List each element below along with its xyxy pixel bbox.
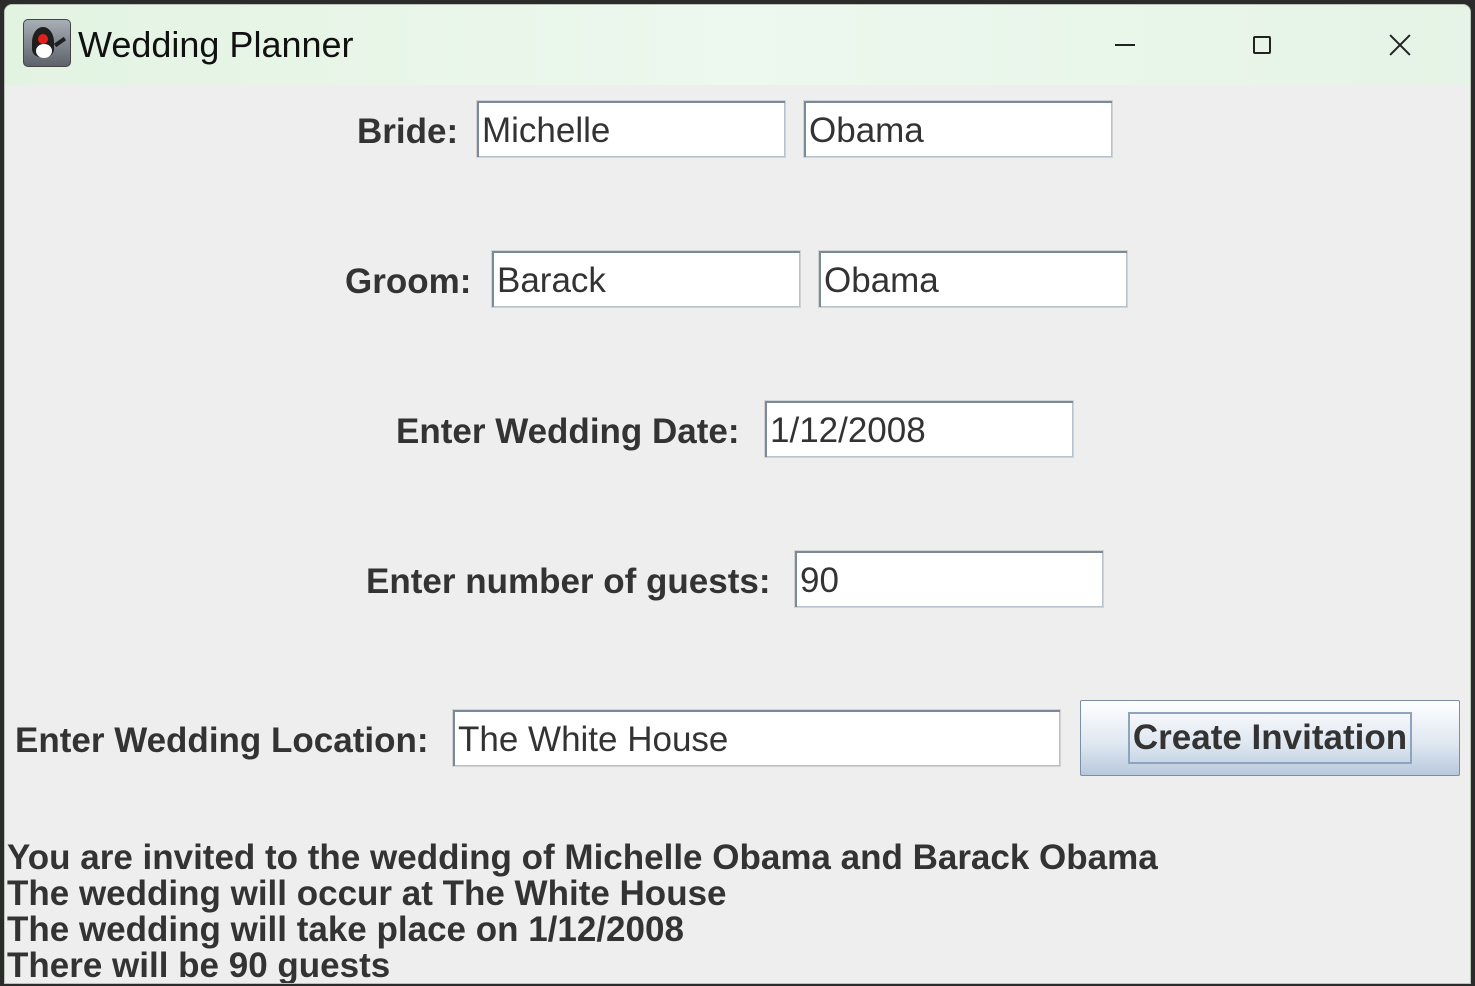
guests-field[interactable]: 90 <box>794 550 1104 608</box>
create-invitation-label: Create Invitation <box>1128 712 1412 764</box>
bride-first-name-field[interactable]: Michelle <box>476 100 786 158</box>
output-line: There will be 90 guests <box>7 946 391 984</box>
wedding-location-field[interactable]: The White House <box>452 709 1061 767</box>
bride-last-name-field[interactable]: Obama <box>803 100 1113 158</box>
wedding-planner-window: Wedding Planner Bride: Michelle Obama Gr… <box>4 4 1471 984</box>
output-line: You are invited to the wedding of Michel… <box>7 838 1158 877</box>
window-title: Wedding Planner <box>78 24 354 65</box>
close-icon <box>1388 33 1412 57</box>
groom-label: Groom: <box>345 262 472 301</box>
title-bar[interactable]: Wedding Planner <box>5 5 1470 85</box>
bride-label: Bride: <box>357 112 459 151</box>
wedding-location-label: Enter Wedding Location: <box>15 721 429 760</box>
groom-last-name-field[interactable]: Obama <box>818 250 1128 308</box>
maximize-button[interactable] <box>1234 19 1290 71</box>
guests-label: Enter number of guests: <box>366 562 771 601</box>
output-line: The wedding will occur at The White Hous… <box>7 874 727 913</box>
java-duke-icon <box>23 19 71 67</box>
minimize-icon <box>1115 44 1135 46</box>
wedding-date-label: Enter Wedding Date: <box>396 412 740 451</box>
close-button[interactable] <box>1372 19 1428 71</box>
wedding-date-field[interactable]: 1/12/2008 <box>764 400 1074 458</box>
create-invitation-button[interactable]: Create Invitation <box>1080 700 1460 776</box>
output-line: The wedding will take place on 1/12/2008 <box>7 910 684 949</box>
minimize-button[interactable] <box>1097 19 1153 71</box>
groom-first-name-field[interactable]: Barack <box>491 250 801 308</box>
invitation-output: You are invited to the wedding of Michel… <box>7 840 1158 984</box>
maximize-icon <box>1253 36 1271 54</box>
